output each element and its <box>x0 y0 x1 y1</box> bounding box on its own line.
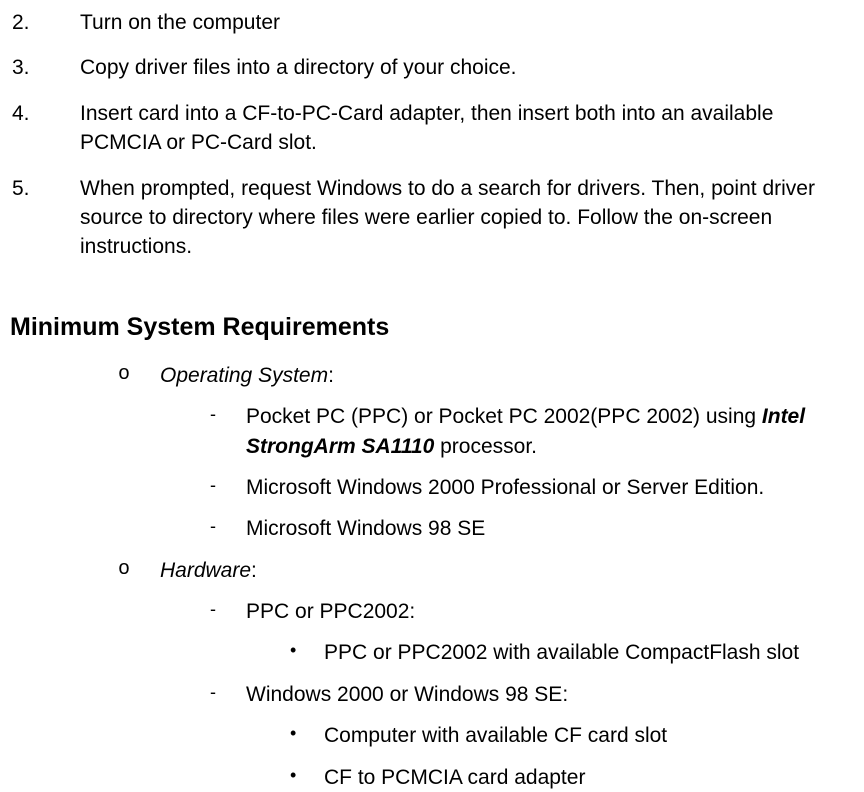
hw-subitem-text: PPC or PPC2002 with available CompactFla… <box>324 638 854 667</box>
step-4: 4. Insert card into a CF-to-PC-Card adap… <box>10 99 854 158</box>
os-section: o Operating System: <box>118 361 854 390</box>
dash-marker: - <box>210 680 246 709</box>
step-number: 4. <box>10 99 80 158</box>
step-3: 3. Copy driver files into a directory of… <box>10 53 854 82</box>
hw-item-text: PPC or PPC2002: <box>246 597 854 626</box>
dash-marker: - <box>210 514 246 543</box>
step-5: 5. When prompted, request Windows to do … <box>10 174 854 262</box>
os-item-text: Microsoft Windows 2000 Professional or S… <box>246 473 854 502</box>
step-text: Turn on the computer <box>80 8 854 37</box>
dash-marker: - <box>210 597 246 626</box>
section-heading: Minimum System Requirements <box>10 310 854 345</box>
hw-subitem-adapter: • CF to PCMCIA card adapter <box>290 763 854 792</box>
step-2: 2. Turn on the computer <box>10 8 854 37</box>
dash-marker: - <box>210 473 246 502</box>
hw-item-ppc: - PPC or PPC2002: <box>210 597 854 626</box>
hw-item-windows: - Windows 2000 or Windows 98 SE: <box>210 680 854 709</box>
hardware-label: Hardware: <box>160 556 854 585</box>
hw-subitem-ppc-slot: • PPC or PPC2002 with available CompactF… <box>290 638 854 667</box>
step-text: Copy driver files into a directory of yo… <box>80 53 854 82</box>
step-text: When prompted, request Windows to do a s… <box>80 174 854 262</box>
step-number: 5. <box>10 174 80 262</box>
circle-marker: o <box>118 361 160 390</box>
hw-subitem-cf-slot: • Computer with available CF card slot <box>290 721 854 750</box>
bullet-marker: • <box>290 763 324 792</box>
dash-marker: - <box>210 402 246 461</box>
bullet-marker: • <box>290 721 324 750</box>
os-item-win98: - Microsoft Windows 98 SE <box>210 514 854 543</box>
hw-subitem-text: CF to PCMCIA card adapter <box>324 763 854 792</box>
step-number: 2. <box>10 8 80 37</box>
circle-marker: o <box>118 556 160 585</box>
os-item-ppc: - Pocket PC (PPC) or Pocket PC 2002(PPC … <box>210 402 854 461</box>
os-item-text: Microsoft Windows 98 SE <box>246 514 854 543</box>
hw-item-text: Windows 2000 or Windows 98 SE: <box>246 680 854 709</box>
os-label: Operating System: <box>160 361 854 390</box>
step-number: 3. <box>10 53 80 82</box>
os-item-win2000: - Microsoft Windows 2000 Professional or… <box>210 473 854 502</box>
step-text: Insert card into a CF-to-PC-Card adapter… <box>80 99 854 158</box>
hardware-section: o Hardware: <box>118 556 854 585</box>
os-item-text: Pocket PC (PPC) or Pocket PC 2002(PPC 20… <box>246 402 854 461</box>
hw-subitem-text: Computer with available CF card slot <box>324 721 854 750</box>
bullet-marker: • <box>290 638 324 667</box>
